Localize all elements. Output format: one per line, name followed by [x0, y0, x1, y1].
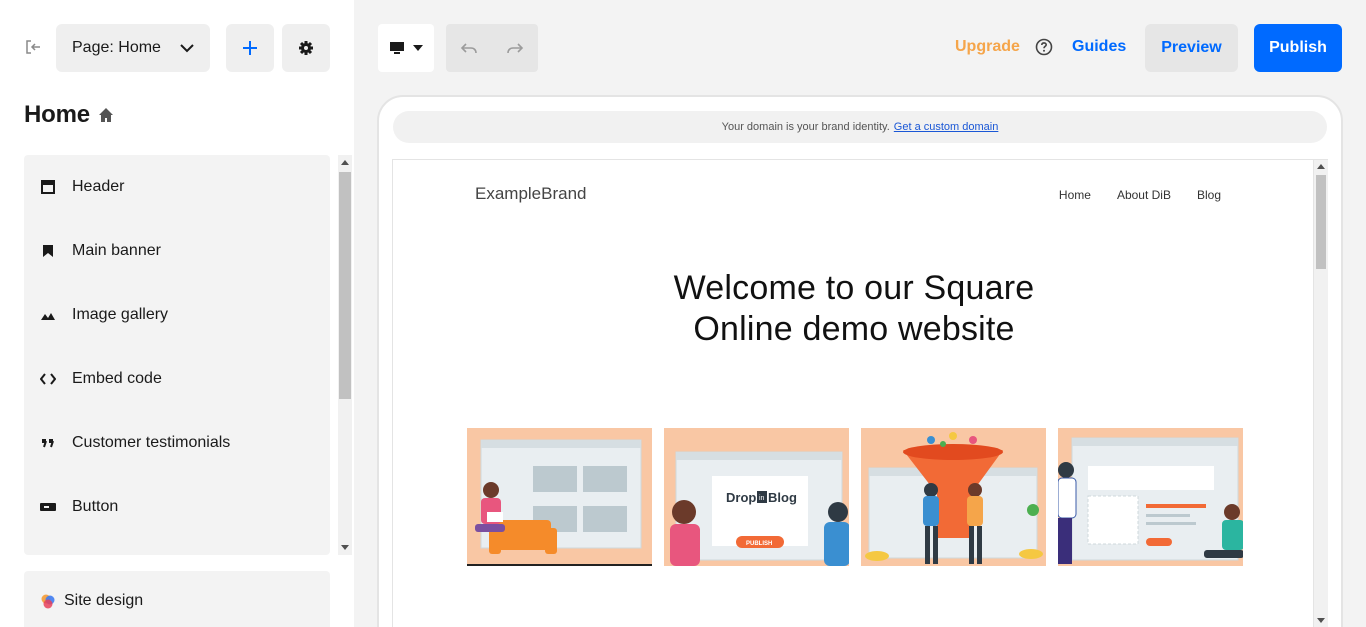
section-label: Embed code — [72, 370, 162, 387]
guides-link[interactable]: Guides — [1072, 38, 1126, 56]
scrollbar-thumb[interactable] — [1316, 175, 1326, 269]
section-item-customer-testimonials[interactable]: Customer testimonials — [24, 411, 330, 475]
dropinblog-logo-drop: Drop — [726, 490, 756, 505]
section-item-main-banner[interactable]: Main banner — [24, 219, 330, 283]
caret-down-icon — [413, 45, 423, 51]
plus-icon — [243, 41, 257, 55]
quote-icon — [40, 435, 56, 451]
gallery-image-2[interactable]: Drop in Blog PUBLISH — [664, 428, 849, 566]
section-item-button[interactable]: Button — [24, 475, 330, 539]
header-icon — [40, 179, 56, 195]
upgrade-link[interactable]: Upgrade — [955, 38, 1020, 56]
section-label: Customer testimonials — [72, 434, 231, 451]
bookmark-icon — [40, 243, 56, 259]
domain-notice-bar: Your domain is your brand identity. Get … — [393, 111, 1327, 143]
code-icon — [40, 371, 56, 387]
section-label: Image gallery — [72, 306, 169, 323]
site-design-button[interactable]: Site design — [24, 571, 330, 627]
button-icon — [40, 499, 56, 515]
desktop-icon — [390, 42, 404, 54]
publish-mock-label: PUBLISH — [746, 541, 772, 547]
palette-icon — [41, 594, 55, 609]
gallery-image-3[interactable] — [861, 428, 1046, 566]
add-page-button[interactable] — [226, 24, 274, 72]
scroll-up-arrow-icon[interactable] — [1317, 164, 1325, 169]
help-icon[interactable] — [1035, 38, 1053, 56]
dropinblog-logo-in: in — [759, 495, 765, 502]
scroll-down-arrow-icon[interactable] — [1317, 618, 1325, 623]
scrollbar-thumb[interactable] — [339, 172, 351, 399]
dropinblog-logo-blog: Blog — [768, 490, 797, 505]
scroll-down-arrow-icon[interactable] — [341, 545, 349, 550]
section-label: Button — [72, 498, 119, 515]
preview-scrollbar[interactable] — [1314, 159, 1328, 627]
custom-domain-link[interactable]: Get a custom domain — [894, 121, 999, 133]
site-brand[interactable]: ExampleBrand — [475, 184, 587, 204]
site-nav-about[interactable]: About DiB — [1117, 188, 1171, 202]
image-icon — [40, 307, 56, 323]
device-switcher[interactable] — [378, 24, 434, 72]
redo-icon — [507, 43, 524, 54]
page-select[interactable]: Page: Home — [56, 24, 210, 72]
undo-redo-group — [446, 24, 538, 72]
site-nav-home[interactable]: Home — [1059, 188, 1091, 202]
left-panel: Page: Home Home Header Main banner Image… — [0, 0, 354, 627]
page-select-label: Page: Home — [72, 39, 161, 56]
section-label: Header — [72, 178, 125, 195]
image-gallery[interactable]: Drop in Blog PUBLISH — [467, 428, 1243, 566]
site-nav-blog[interactable]: Blog — [1197, 188, 1221, 202]
site-nav: Home About DiB Blog — [1059, 188, 1221, 202]
publish-button[interactable]: Publish — [1254, 24, 1342, 72]
page-title: Home — [24, 101, 90, 128]
hero-line-2: Online demo website — [693, 310, 1015, 348]
section-label: Main banner — [72, 242, 161, 259]
undo-icon — [460, 43, 477, 54]
gallery-image-1[interactable] — [467, 428, 652, 566]
redo-button[interactable] — [492, 24, 538, 72]
section-item-header[interactable]: Header — [24, 155, 330, 219]
section-list: Header Main banner Image gallery Embed c… — [24, 155, 330, 555]
section-item-embed-code[interactable]: Embed code — [24, 347, 330, 411]
exit-editor-icon[interactable] — [24, 38, 42, 56]
scroll-up-arrow-icon[interactable] — [341, 160, 349, 165]
home-icon — [98, 108, 113, 122]
gear-icon — [299, 41, 313, 55]
gallery-image-4[interactable] — [1058, 428, 1243, 566]
section-list-scrollbar[interactable] — [338, 155, 352, 555]
undo-button[interactable] — [446, 24, 492, 72]
chevron-down-icon — [180, 44, 194, 53]
page-settings-button[interactable] — [282, 24, 330, 72]
site-design-label: Site design — [64, 592, 144, 609]
domain-notice-text: Your domain is your brand identity. — [721, 121, 890, 133]
preview-button[interactable]: Preview — [1145, 24, 1238, 72]
section-item-image-gallery[interactable]: Image gallery — [24, 283, 330, 347]
website-preview[interactable]: ExampleBrand Home About DiB Blog Welcome… — [392, 159, 1314, 627]
page-heading: Home — [24, 101, 114, 129]
hero-line-1: Welcome to our Square — [673, 269, 1035, 307]
hero-heading[interactable]: Welcome to our Square Online demo websit… — [393, 268, 1313, 350]
